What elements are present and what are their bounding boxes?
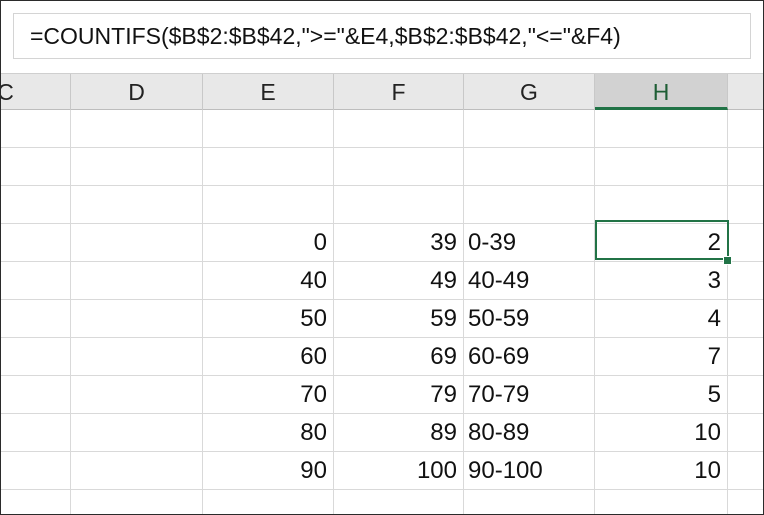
cell-h[interactable]: 10: [595, 414, 728, 451]
cell-c[interactable]: [1, 186, 71, 223]
cell-g[interactable]: 0-39: [464, 224, 595, 261]
column-header-d[interactable]: D: [71, 74, 203, 110]
cell-f[interactable]: 100: [334, 452, 464, 489]
column-header-c[interactable]: C: [1, 74, 71, 110]
table-row: 0 39 0-39 2: [1, 224, 763, 262]
cell-c[interactable]: [1, 414, 71, 451]
cell-e[interactable]: 70: [203, 376, 334, 413]
cell-c[interactable]: [1, 262, 71, 299]
spreadsheet-window: =COUNTIFS($B$2:$B$42,">="&E4,$B$2:$B$42,…: [0, 0, 764, 515]
cell-g[interactable]: 50-59: [464, 300, 595, 337]
column-header-f[interactable]: F: [334, 74, 464, 110]
column-headers: C D E F G H: [1, 73, 763, 110]
table-row: [1, 110, 763, 148]
cell-g[interactable]: [464, 110, 595, 147]
cell-h[interactable]: [595, 186, 728, 223]
cell-g[interactable]: 60-69: [464, 338, 595, 375]
column-header-g[interactable]: G: [464, 74, 595, 110]
cell-f[interactable]: [334, 110, 464, 147]
cell-f[interactable]: 89: [334, 414, 464, 451]
table-row: 70 79 70-79 5: [1, 376, 763, 414]
cell-d[interactable]: [71, 148, 203, 185]
cell-d[interactable]: [71, 300, 203, 337]
cell-c[interactable]: [1, 338, 71, 375]
cell-g[interactable]: [464, 186, 595, 223]
cell-h[interactable]: 4: [595, 300, 728, 337]
cell-h[interactable]: 3: [595, 262, 728, 299]
cell-h[interactable]: 10: [595, 452, 728, 489]
cell-e[interactable]: 60: [203, 338, 334, 375]
cell-d[interactable]: [71, 414, 203, 451]
column-header-next[interactable]: [728, 74, 763, 110]
table-row: [1, 490, 763, 514]
cell-d[interactable]: [71, 186, 203, 223]
table-row: 40 49 40-49 3: [1, 262, 763, 300]
cell-g[interactable]: [464, 148, 595, 185]
cell-h[interactable]: [595, 490, 728, 514]
cell-f[interactable]: [334, 186, 464, 223]
cell-d[interactable]: [71, 452, 203, 489]
cell-d[interactable]: [71, 338, 203, 375]
cell-h[interactable]: 5: [595, 376, 728, 413]
cell-f[interactable]: 79: [334, 376, 464, 413]
cell-c[interactable]: [1, 224, 71, 261]
cell-h[interactable]: [595, 148, 728, 185]
cell-d[interactable]: [71, 490, 203, 514]
cell-f[interactable]: 39: [334, 224, 464, 261]
cell-c[interactable]: [1, 148, 71, 185]
column-header-h[interactable]: H: [595, 74, 728, 110]
table-row: 80 89 80-89 10: [1, 414, 763, 452]
cell-e[interactable]: [203, 186, 334, 223]
cell-e[interactable]: [203, 110, 334, 147]
cell-g[interactable]: 40-49: [464, 262, 595, 299]
cell-e[interactable]: 50: [203, 300, 334, 337]
cell-c[interactable]: [1, 300, 71, 337]
table-row: 50 59 50-59 4: [1, 300, 763, 338]
cell-g[interactable]: 80-89: [464, 414, 595, 451]
column-header-e[interactable]: E: [203, 74, 334, 110]
cell-d[interactable]: [71, 376, 203, 413]
cell-d[interactable]: [71, 110, 203, 147]
cell-d[interactable]: [71, 224, 203, 261]
cell-h-selected[interactable]: 2: [595, 224, 728, 261]
cell-e[interactable]: 90: [203, 452, 334, 489]
cell-h[interactable]: [595, 110, 728, 147]
formula-bar-area: =COUNTIFS($B$2:$B$42,">="&E4,$B$2:$B$42,…: [1, 1, 763, 73]
cell-c[interactable]: [1, 490, 71, 514]
table-row: 90 100 90-100 10: [1, 452, 763, 490]
table-row: [1, 186, 763, 224]
cell-f[interactable]: [334, 148, 464, 185]
formula-input[interactable]: =COUNTIFS($B$2:$B$42,">="&E4,$B$2:$B$42,…: [13, 13, 751, 59]
cell-g[interactable]: [464, 490, 595, 514]
cell-f[interactable]: 49: [334, 262, 464, 299]
cell-d[interactable]: [71, 262, 203, 299]
cell-f[interactable]: [334, 490, 464, 514]
cell-c[interactable]: [1, 452, 71, 489]
cell-e[interactable]: 80: [203, 414, 334, 451]
cell-g[interactable]: 70-79: [464, 376, 595, 413]
cell-e[interactable]: 40: [203, 262, 334, 299]
cell-f[interactable]: 69: [334, 338, 464, 375]
cell-e[interactable]: [203, 490, 334, 514]
cell-c[interactable]: [1, 110, 71, 147]
table-row: [1, 148, 763, 186]
cell-e[interactable]: 0: [203, 224, 334, 261]
cell-g[interactable]: 90-100: [464, 452, 595, 489]
cell-grid: 0 39 0-39 2 40 49 40-49 3 50 59 50-59 4 …: [1, 110, 763, 514]
cell-e[interactable]: [203, 148, 334, 185]
table-row: 60 69 60-69 7: [1, 338, 763, 376]
cell-c[interactable]: [1, 376, 71, 413]
cell-h[interactable]: 7: [595, 338, 728, 375]
cell-f[interactable]: 59: [334, 300, 464, 337]
fill-handle[interactable]: [723, 256, 732, 265]
